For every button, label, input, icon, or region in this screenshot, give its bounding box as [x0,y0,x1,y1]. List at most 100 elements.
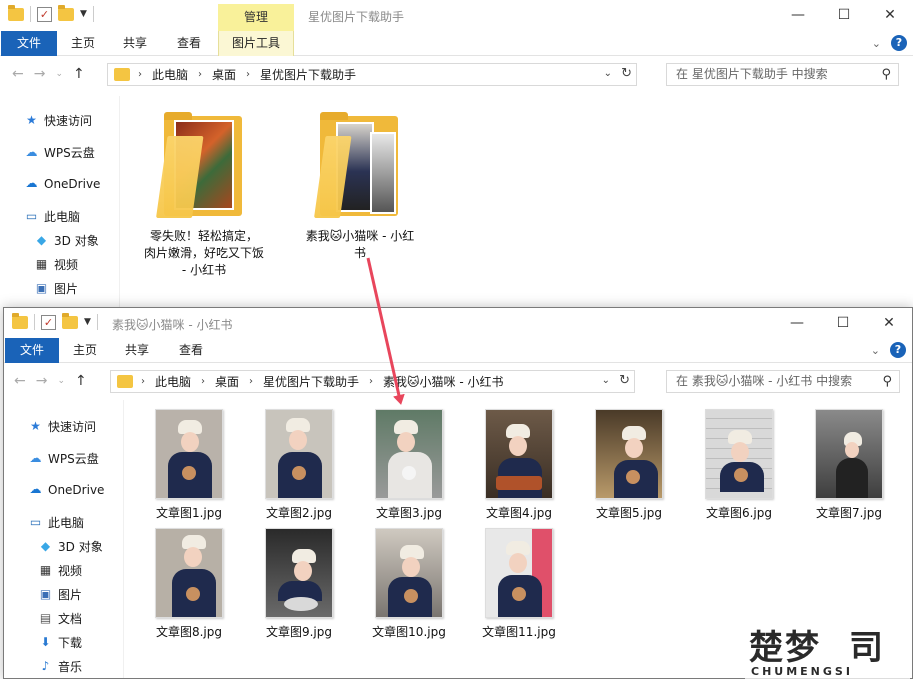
tab-view[interactable]: 查看 [166,31,212,56]
chevron-down-icon[interactable]: ⌄ [602,375,610,386]
sidebar-item-this-pc[interactable]: ▭ 此电脑 [28,514,84,531]
breadcrumb-separator[interactable]: › [201,376,205,387]
file-thumbnail[interactable] [815,409,883,499]
help-icon[interactable]: ? [891,35,907,51]
sidebar-item-this-pc[interactable]: ▭ 此电脑 [24,208,80,225]
sidebar-item-onedrive[interactable]: ☁ OneDrive [24,176,101,191]
up-arrow-icon[interactable]: ↑ [75,373,87,389]
sidebar-item-pictures[interactable]: ▣ 图片 [34,280,78,297]
breadcrumb-desktop[interactable]: 桌面 [212,66,236,83]
sidebar-item-pictures[interactable]: ▣ 图片 [38,586,82,603]
tab-picture-tools[interactable]: 图片工具 [218,31,294,56]
tab-share[interactable]: 共享 [112,31,158,56]
maximize-icon[interactable]: ☐ [820,308,866,339]
chevron-down-icon[interactable]: ▼ [80,9,87,19]
file-label[interactable]: 文章图10.jpg [359,623,459,640]
maximize-icon[interactable]: ☐ [821,0,867,31]
sidebar-item-videos[interactable]: ▦ 视频 [34,256,78,273]
breadcrumb-separator[interactable]: › [198,69,202,80]
breadcrumb-separator[interactable]: › [369,376,373,387]
back-arrow-icon[interactable]: ← [14,373,26,389]
file-thumbnail[interactable] [375,409,443,499]
refresh-icon[interactable]: ↻ [621,66,632,81]
recent-chevron-icon[interactable]: ⌄ [57,373,65,389]
tab-file[interactable]: 文件 [5,338,59,363]
forward-arrow-icon[interactable]: → [36,373,48,389]
file-label[interactable]: 文章图4.jpg [469,504,569,521]
breadcrumb-current-folder[interactable]: 素我🐱小猫咪 - 小红书 [383,373,503,390]
sidebar-item-onedrive[interactable]: ☁ OneDrive [28,482,105,497]
folder-tile[interactable] [314,112,398,224]
breadcrumb-separator[interactable]: › [141,376,145,387]
folder-label[interactable]: 素我🐱小猫咪 - 小红 书 [294,228,426,262]
breadcrumb-separator[interactable]: › [138,69,142,80]
help-icon[interactable]: ? [890,342,906,358]
minimize-icon[interactable]: — [775,0,821,31]
tab-file[interactable]: 文件 [1,31,57,56]
file-label[interactable]: 文章图8.jpg [139,623,239,640]
breadcrumb-this-pc[interactable]: 此电脑 [155,373,191,390]
sidebar-item-music[interactable]: ♪ 音乐 [38,658,82,675]
search-icon[interactable]: ⚲ [881,64,891,85]
tab-view[interactable]: 查看 [168,338,214,363]
sidebar-item-wps-cloud[interactable]: ☁ WPS云盘 [28,450,99,467]
breadcrumb-desktop[interactable]: 桌面 [215,373,239,390]
sidebar-item-videos[interactable]: ▦ 视频 [38,562,82,579]
folder-icon[interactable] [8,4,24,21]
file-label[interactable]: 文章图5.jpg [579,504,679,521]
chevron-down-icon[interactable]: ▼ [84,317,91,327]
chevron-down-icon[interactable]: ⌄ [604,68,612,79]
chevron-down-icon[interactable]: ⌄ [871,344,880,357]
close-icon[interactable]: ✕ [867,0,913,31]
file-thumbnail[interactable] [265,409,333,499]
file-thumbnail[interactable] [485,528,553,618]
file-thumbnail[interactable] [485,409,553,499]
address-bar[interactable]: › 此电脑 › 桌面 › 星优图片下载助手 › 素我🐱小猫咪 - 小红书 ⌄ ↻ [110,370,635,393]
file-thumbnail[interactable] [155,409,223,499]
file-label[interactable]: 文章图2.jpg [249,504,349,521]
address-bar[interactable]: › 此电脑 › 桌面 › 星优图片下载助手 ⌄ ↻ [107,63,637,86]
folder-icon[interactable] [12,312,28,329]
sidebar-item-3d-objects[interactable]: ◆ 3D 对象 [34,232,99,249]
breadcrumb-this-pc[interactable]: 此电脑 [152,66,188,83]
search-input[interactable]: 在 星优图片下载助手 中搜索 ⚲ [666,63,899,86]
folder-tile[interactable] [156,112,242,224]
breadcrumb-folder[interactable]: 星优图片下载助手 [260,66,356,83]
tab-share[interactable]: 共享 [114,338,160,363]
properties-icon[interactable]: ✓ [41,314,56,330]
sidebar-item-quick-access[interactable]: ★ 快速访问 [28,418,96,435]
file-label[interactable]: 文章图11.jpg [469,623,569,640]
sidebar-item-documents[interactable]: ▤ 文档 [38,610,82,627]
file-thumbnail[interactable] [705,409,773,499]
folder-label[interactable]: 零失败！轻松搞定， 肉片嫩滑，好吃又下饭 - 小红书 [136,228,272,279]
breadcrumb-parent-folder[interactable]: 星优图片下载助手 [263,373,359,390]
up-arrow-icon[interactable]: ↑ [73,66,85,82]
tab-home[interactable]: 主页 [60,31,106,56]
close-icon[interactable]: ✕ [866,308,912,339]
file-label[interactable]: 文章图7.jpg [799,504,899,521]
breadcrumb-separator[interactable]: › [246,69,250,80]
chevron-down-icon[interactable]: ⌄ [872,37,881,50]
forward-arrow-icon[interactable]: → [34,66,46,82]
file-thumbnail[interactable] [265,528,333,618]
tab-manage[interactable]: 管理 [218,4,294,31]
file-label[interactable]: 文章图3.jpg [359,504,459,521]
refresh-icon[interactable]: ↻ [619,373,630,388]
file-label[interactable]: 文章图9.jpg [249,623,349,640]
back-arrow-icon[interactable]: ← [12,66,24,82]
tab-home[interactable]: 主页 [62,338,108,363]
new-folder-icon[interactable] [62,312,78,329]
file-thumbnail[interactable] [595,409,663,499]
properties-icon[interactable]: ✓ [37,6,52,22]
sidebar-item-downloads[interactable]: ⬇ 下载 [38,634,82,651]
breadcrumb-separator[interactable]: › [249,376,253,387]
file-label[interactable]: 文章图1.jpg [139,504,239,521]
file-label[interactable]: 文章图6.jpg [689,504,789,521]
file-thumbnail[interactable] [375,528,443,618]
search-input[interactable]: 在 素我🐱小猫咪 - 小红书 中搜索 ⚲ [666,370,900,393]
sidebar-item-3d-objects[interactable]: ◆ 3D 对象 [38,538,103,555]
sidebar-item-wps-cloud[interactable]: ☁ WPS云盘 [24,144,95,161]
minimize-icon[interactable]: — [774,308,820,339]
new-folder-icon[interactable] [58,4,74,21]
search-icon[interactable]: ⚲ [882,371,892,392]
